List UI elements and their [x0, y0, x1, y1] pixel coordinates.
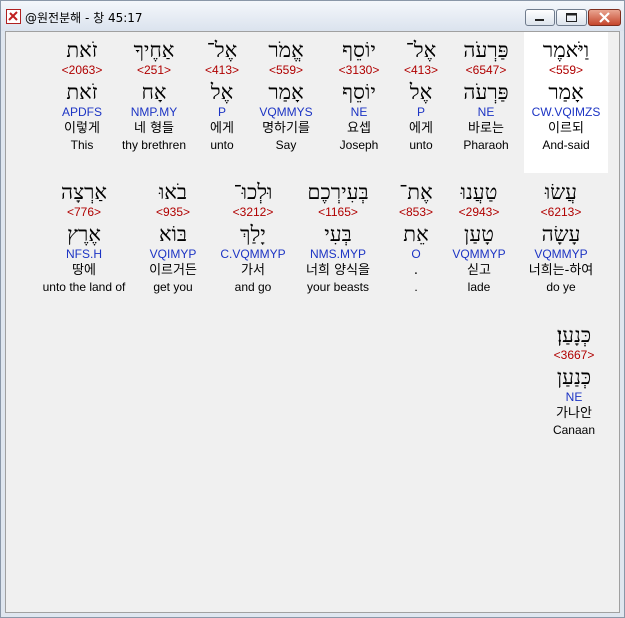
title-bar[interactable]: @원전분해 - 창 45:17 [1, 1, 624, 31]
hebrew-inflected: יוֹסֵף [342, 38, 376, 62]
close-icon [599, 12, 610, 23]
hebrew-lemma: בְּעִי [324, 222, 352, 246]
hebrew-lemma: עָשָׂה [541, 222, 581, 246]
hebrew-inflected: וּלְכוּ־ [233, 180, 273, 204]
word-block[interactable]: עֲשׂוּ <6213> עָשָׂה VQMMYP 너희는-하여 do ye [519, 179, 603, 294]
english-gloss: your beasts [306, 280, 370, 294]
word-block[interactable]: אֶת־ <853> אֵת O . . [374, 179, 458, 294]
hebrew-inflected: אַרְצָה [61, 180, 107, 204]
english-gloss: And-said [542, 138, 590, 152]
korean-gloss: 요셉 [347, 121, 371, 136]
strong-number[interactable]: <853> [374, 205, 458, 221]
morphology-code: CW.VQIMZS [531, 105, 601, 119]
morphology-code: NE [350, 105, 368, 119]
english-gloss: Joseph [339, 138, 379, 152]
strong-number[interactable]: <3667> [532, 348, 616, 364]
morphology-code: APDFS [61, 105, 102, 119]
hebrew-inflected: אֶת־ [399, 180, 433, 204]
word-block[interactable]: בֹאוּ <935> בּוֹא VQIMYP 이르거든 get you [131, 179, 215, 294]
morphology-code: NFS.H [66, 247, 102, 261]
morphology-code: VQIMYP [149, 247, 197, 261]
hebrew-lemma: אָח [141, 80, 167, 104]
minimize-icon [535, 19, 544, 21]
korean-gloss: 너희는-하여 [528, 263, 594, 278]
app-window: @원전분해 - 창 45:17 וַיֹּאמֶר <559> אָמַר CW… [0, 0, 625, 618]
korean-gloss: 이르되 [548, 121, 584, 136]
word-block[interactable]: אַרְצָה <776> אֶרֶץ NFS.H 땅에 unto the la… [34, 179, 134, 294]
hebrew-inflected: כְּנָעַן׃ [556, 323, 592, 347]
strong-number[interactable]: <6213> [519, 205, 603, 221]
english-gloss: . [414, 280, 418, 294]
strong-number[interactable]: <251> [112, 63, 196, 79]
hebrew-inflected: עֲשׂוּ [544, 180, 578, 204]
hebrew-lemma: כְּנַעַן [556, 365, 592, 389]
korean-gloss: 네 형들 [133, 121, 174, 136]
english-gloss: thy brethren [121, 138, 187, 152]
morphology-code: NMP.MY [130, 105, 178, 119]
morphology-code: O [411, 247, 421, 261]
strong-number[interactable]: <2063> [40, 63, 124, 79]
maximize-icon [566, 13, 577, 22]
korean-gloss: 이렇게 [64, 121, 100, 136]
strong-number[interactable]: <3212> [211, 205, 295, 221]
english-gloss: do ye [546, 280, 576, 294]
english-gloss: unto the land of [42, 280, 126, 294]
interlinear-panel[interactable]: וַיֹּאמֶר <559> אָמַר CW.VQIMZS 이르되 And-… [5, 31, 620, 613]
hebrew-lemma: יוֹסֵף [342, 80, 376, 104]
hebrew-lemma: זֹאת [66, 80, 98, 104]
word-block[interactable]: בְּעִירְכֶם <1165> בְּעִי NMS.MYP 너희 양식을… [296, 179, 380, 294]
hebrew-lemma: אֶרֶץ [67, 222, 101, 246]
hebrew-lemma: בּוֹא [158, 222, 188, 246]
hebrew-inflected: וַיֹּאמֶר [542, 38, 590, 62]
korean-gloss: 가서 [241, 263, 265, 278]
word-block[interactable]: וּלְכוּ־ <3212> יָלַךְ C.VQMMYP 가서 and g… [211, 179, 295, 294]
hebrew-inflected: זֹאת [66, 38, 98, 62]
morphology-code: NMS.MYP [309, 247, 366, 261]
korean-gloss: 이르거든 [149, 263, 197, 278]
strong-number[interactable]: <1165> [296, 205, 380, 221]
strong-number[interactable]: <3130> [317, 63, 401, 79]
strong-number[interactable]: <776> [34, 205, 134, 221]
hebrew-lemma: יָלַךְ [240, 222, 266, 246]
window-title: @원전분해 - 창 45:17 [25, 11, 143, 25]
english-gloss: get you [153, 280, 193, 294]
hebrew-inflected: בְּעִירְכֶם [307, 180, 369, 204]
english-gloss: and go [234, 280, 272, 294]
korean-gloss: 너희 양식을 [306, 263, 370, 278]
word-block[interactable]: זֹאת <2063> זֹאת APDFS 이렇게 This [40, 37, 124, 152]
strong-number[interactable]: <559> [524, 63, 608, 79]
word-block[interactable]: כְּנָעַן׃ <3667> כְּנַעַן NE 가나안 Canaan [532, 322, 616, 437]
morphology-code: VQMMYP [534, 247, 588, 261]
word-block[interactable]: יוֹסֵף <3130> יוֹסֵף NE 요셉 Joseph [317, 37, 401, 152]
app-logo-icon [6, 9, 21, 24]
english-gloss: Canaan [552, 423, 596, 437]
word-block[interactable]: וַיֹּאמֶר <559> אָמַר CW.VQIMZS 이르되 And-… [524, 32, 608, 173]
hebrew-lemma: אָמַר [548, 80, 584, 104]
hebrew-lemma: אֵת [403, 222, 429, 246]
morphology-code: C.VQMMYP [220, 247, 286, 261]
strong-number[interactable]: <935> [131, 205, 215, 221]
korean-gloss: . [413, 263, 419, 278]
korean-gloss: 가나안 [556, 406, 592, 421]
hebrew-inflected: אַחֶיךָ [133, 38, 175, 62]
morphology-code: NE [565, 390, 583, 404]
word-block[interactable]: אַחֶיךָ <251> אָח NMP.MY 네 형들 thy brethr… [112, 37, 196, 152]
close-button[interactable] [588, 9, 621, 26]
maximize-button[interactable] [556, 9, 587, 26]
minimize-button[interactable] [525, 9, 555, 26]
english-gloss: This [70, 138, 94, 152]
korean-gloss: 땅에 [72, 263, 96, 278]
hebrew-inflected: בֹאוּ [158, 180, 188, 204]
